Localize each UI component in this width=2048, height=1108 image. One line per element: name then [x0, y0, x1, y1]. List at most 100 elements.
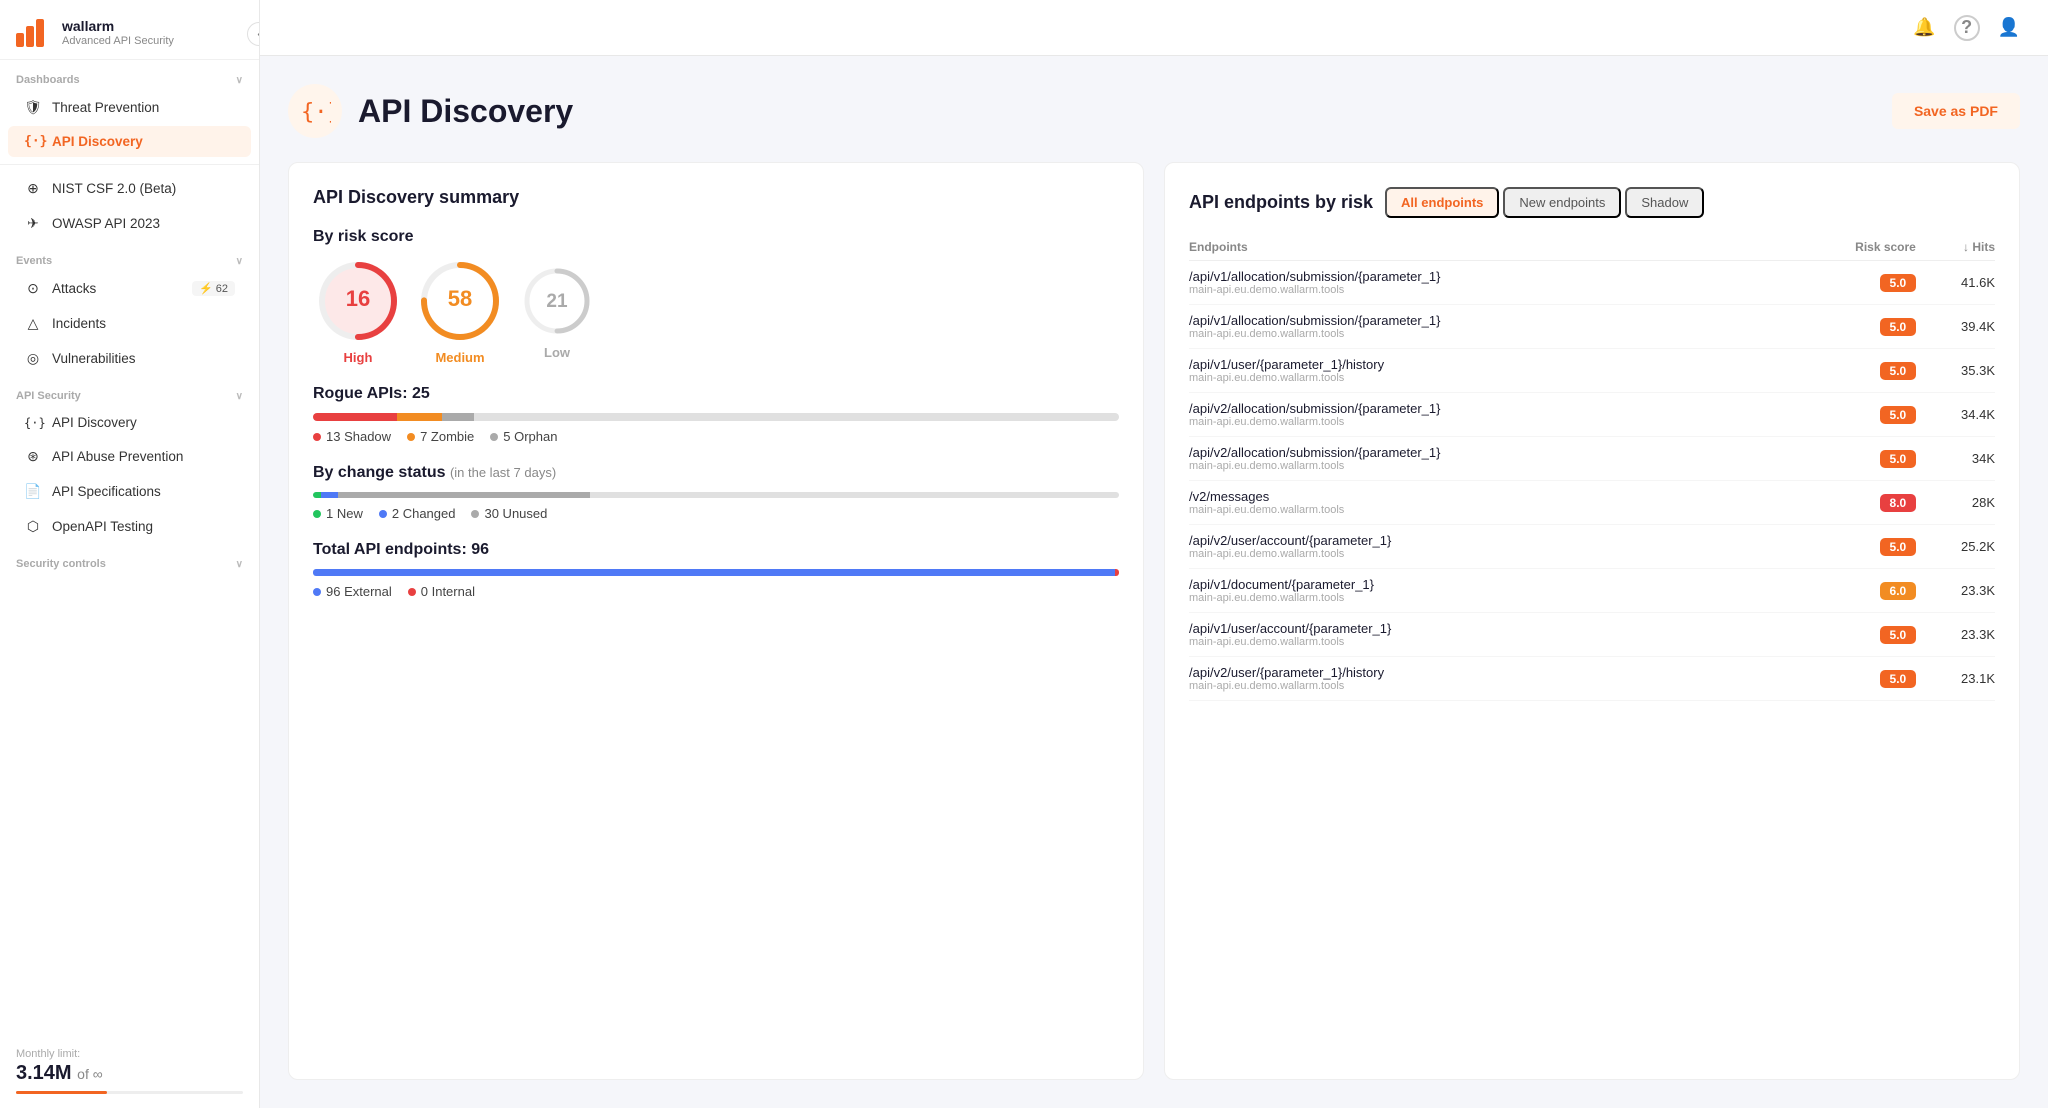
gauges-row: 16 High 58 Medium: [313, 256, 1119, 365]
svg-text:58: 58: [448, 286, 472, 311]
risk-badge: 5.0: [1880, 318, 1916, 336]
rogue-bar-wrap: 13 Shadow 7 Zombie 5 Orphan: [313, 413, 1119, 444]
endpoint-domain: main-api.eu.demo.wallarm.tools: [1189, 636, 1775, 648]
endpoints-bar: [313, 569, 1119, 576]
hits-cell: 35.3K: [1916, 349, 1995, 393]
risk-badge: 5.0: [1880, 406, 1916, 424]
table-row[interactable]: /api/v1/user/account/{parameter_1} main-…: [1189, 613, 1995, 657]
table-row[interactable]: /api/v1/user/{parameter_1}/history main-…: [1189, 349, 1995, 393]
internal-legend-item: 0 Internal: [408, 584, 475, 599]
monthly-limit-value: 3.14M of ∞: [16, 1062, 243, 1085]
zombie-legend-item: 7 Zombie: [407, 429, 474, 444]
api-specs-icon: 📄: [24, 483, 42, 500]
endpoint-domain: main-api.eu.demo.wallarm.tools: [1189, 328, 1775, 340]
table-row[interactable]: /api/v1/document/{parameter_1} main-api.…: [1189, 569, 1995, 613]
risk-badge: 6.0: [1880, 582, 1916, 600]
sidebar-item-vulnerabilities[interactable]: ◎ Vulnerabilities: [8, 342, 251, 375]
sidebar-item-attacks[interactable]: ⊙ Attacks ⚡ 62: [8, 272, 251, 305]
endpoint-path: /api/v1/allocation/submission/{parameter…: [1189, 269, 1775, 284]
monthly-limit-section: Monthly limit: 3.14M of ∞: [0, 1034, 259, 1108]
risk-badge: 5.0: [1880, 450, 1916, 468]
owasp-icon: ✈: [24, 215, 42, 232]
tab-all-endpoints[interactable]: All endpoints: [1385, 187, 1499, 218]
risk-badge: 5.0: [1880, 626, 1916, 644]
risk-score-cell: 5.0: [1775, 613, 1916, 657]
endpoint-domain: main-api.eu.demo.wallarm.tools: [1189, 372, 1775, 384]
sidebar-item-openapi[interactable]: ⬡ OpenAPI Testing: [8, 510, 251, 543]
hits-cell: 34.4K: [1916, 393, 1995, 437]
save-pdf-button[interactable]: Save as PDF: [1892, 93, 2020, 129]
endpoint-cell: /api/v1/document/{parameter_1} main-api.…: [1189, 569, 1775, 613]
monthly-limit-label: Monthly limit:: [16, 1048, 243, 1060]
endpoint-cell: /api/v1/allocation/submission/{parameter…: [1189, 305, 1775, 349]
tab-new-endpoints[interactable]: New endpoints: [1503, 187, 1621, 218]
hits-cell: 34K: [1916, 437, 1995, 481]
endpoints-table: Endpoints Risk score ↓ Hits /api/v1/allo…: [1189, 234, 1995, 701]
sidebar-item-owasp-api[interactable]: ✈ OWASP API 2023: [8, 207, 251, 240]
incidents-icon: △: [24, 315, 42, 332]
table-row[interactable]: /api/v2/allocation/submission/{parameter…: [1189, 393, 1995, 437]
change-bar-new: [313, 492, 321, 498]
endpoint-path: /api/v2/allocation/submission/{parameter…: [1189, 401, 1775, 416]
svg-text:16: 16: [346, 286, 370, 311]
main-content: 🔔 ? 👤 {·} API Discovery Save as PDF API …: [260, 0, 2048, 1108]
hits-cell: 41.6K: [1916, 261, 1995, 305]
risk-score-cell: 5.0: [1775, 437, 1916, 481]
sidebar-item-nist-csf[interactable]: ⊕ NIST CSF 2.0 (Beta): [8, 172, 251, 205]
external-dot: [313, 588, 321, 596]
sidebar-item-api-specs[interactable]: 📄 API Specifications: [8, 475, 251, 508]
table-row[interactable]: /api/v2/user/{parameter_1}/history main-…: [1189, 657, 1995, 701]
endpoint-path: /api/v1/document/{parameter_1}: [1189, 577, 1775, 592]
sidebar-item-api-abuse[interactable]: ⊛ API Abuse Prevention: [8, 440, 251, 473]
change-status-section: By change status (in the last 7 days): [313, 464, 1119, 521]
user-avatar-icon[interactable]: 👤: [1998, 17, 2020, 38]
col-risk-score: Risk score: [1775, 234, 1916, 261]
medium-gauge-label: Medium: [435, 350, 484, 365]
logo-subtitle: Advanced API Security: [62, 35, 174, 47]
tab-shadow-endpoints[interactable]: Shadow: [1625, 187, 1704, 218]
sidebar-item-threat-prevention[interactable]: 🛡 Threat Prevention: [8, 91, 251, 124]
endpoint-domain: main-api.eu.demo.wallarm.tools: [1189, 548, 1775, 560]
endpoints-card: API endpoints by risk All endpoints New …: [1164, 162, 2020, 1080]
sidebar-item-api-discovery[interactable]: {·} API Discovery: [8, 126, 251, 157]
endpoint-cell: /api/v2/user/{parameter_1}/history main-…: [1189, 657, 1775, 701]
table-row[interactable]: /api/v1/allocation/submission/{parameter…: [1189, 261, 1995, 305]
medium-gauge: 58 Medium: [415, 256, 505, 365]
sidebar-item-api-discovery-2[interactable]: {·} API Discovery: [8, 407, 251, 438]
endpoint-domain: main-api.eu.demo.wallarm.tools: [1189, 460, 1775, 472]
api-discovery-2-icon: {·}: [24, 416, 42, 430]
orphan-legend-item: 5 Orphan: [490, 429, 557, 444]
table-row[interactable]: /api/v1/allocation/submission/{parameter…: [1189, 305, 1995, 349]
changed-dot: [379, 510, 387, 518]
total-endpoints-title: Total API endpoints: 96: [313, 541, 1119, 559]
medium-gauge-svg: 58: [415, 256, 505, 346]
vulnerabilities-icon: ◎: [24, 350, 42, 367]
risk-score-cell: 5.0: [1775, 261, 1916, 305]
help-icon[interactable]: ?: [1954, 15, 1980, 41]
endpoints-bar-external: [313, 569, 1115, 576]
lightning-icon: ⚡: [199, 282, 213, 295]
openapi-icon: ⬡: [24, 518, 42, 535]
table-row[interactable]: /api/v2/user/account/{parameter_1} main-…: [1189, 525, 1995, 569]
shadow-dot: [313, 433, 321, 441]
endpoint-cell: /v2/messages main-api.eu.demo.wallarm.to…: [1189, 481, 1775, 525]
endpoints-bar-internal: [1115, 569, 1119, 576]
table-row[interactable]: /api/v2/allocation/submission/{parameter…: [1189, 437, 1995, 481]
risk-badge: 5.0: [1880, 274, 1916, 292]
endpoint-path: /api/v2/allocation/submission/{parameter…: [1189, 445, 1775, 460]
table-row[interactable]: /v2/messages main-api.eu.demo.wallarm.to…: [1189, 481, 1995, 525]
section-label-security-controls: Security controls ∨: [0, 544, 259, 574]
endpoints-tabs: All endpoints New endpoints Shadow: [1385, 187, 1704, 218]
risk-score-cell: 5.0: [1775, 349, 1916, 393]
high-gauge-svg: 16: [313, 256, 403, 346]
svg-text:{·}: {·}: [301, 100, 331, 125]
risk-score-cell: 5.0: [1775, 525, 1916, 569]
sidebar-item-incidents[interactable]: △ Incidents: [8, 307, 251, 340]
endpoints-header: API endpoints by risk All endpoints New …: [1189, 187, 1995, 218]
change-status-bar-wrap: 1 New 2 Changed 30 Unused: [313, 492, 1119, 521]
notification-bell-icon[interactable]: 🔔: [1913, 17, 1935, 38]
risk-badge: 8.0: [1880, 494, 1916, 512]
endpoint-cell: /api/v1/allocation/submission/{parameter…: [1189, 261, 1775, 305]
api-security-chevron-icon: ∨: [236, 391, 243, 402]
col-endpoints: Endpoints: [1189, 234, 1775, 261]
